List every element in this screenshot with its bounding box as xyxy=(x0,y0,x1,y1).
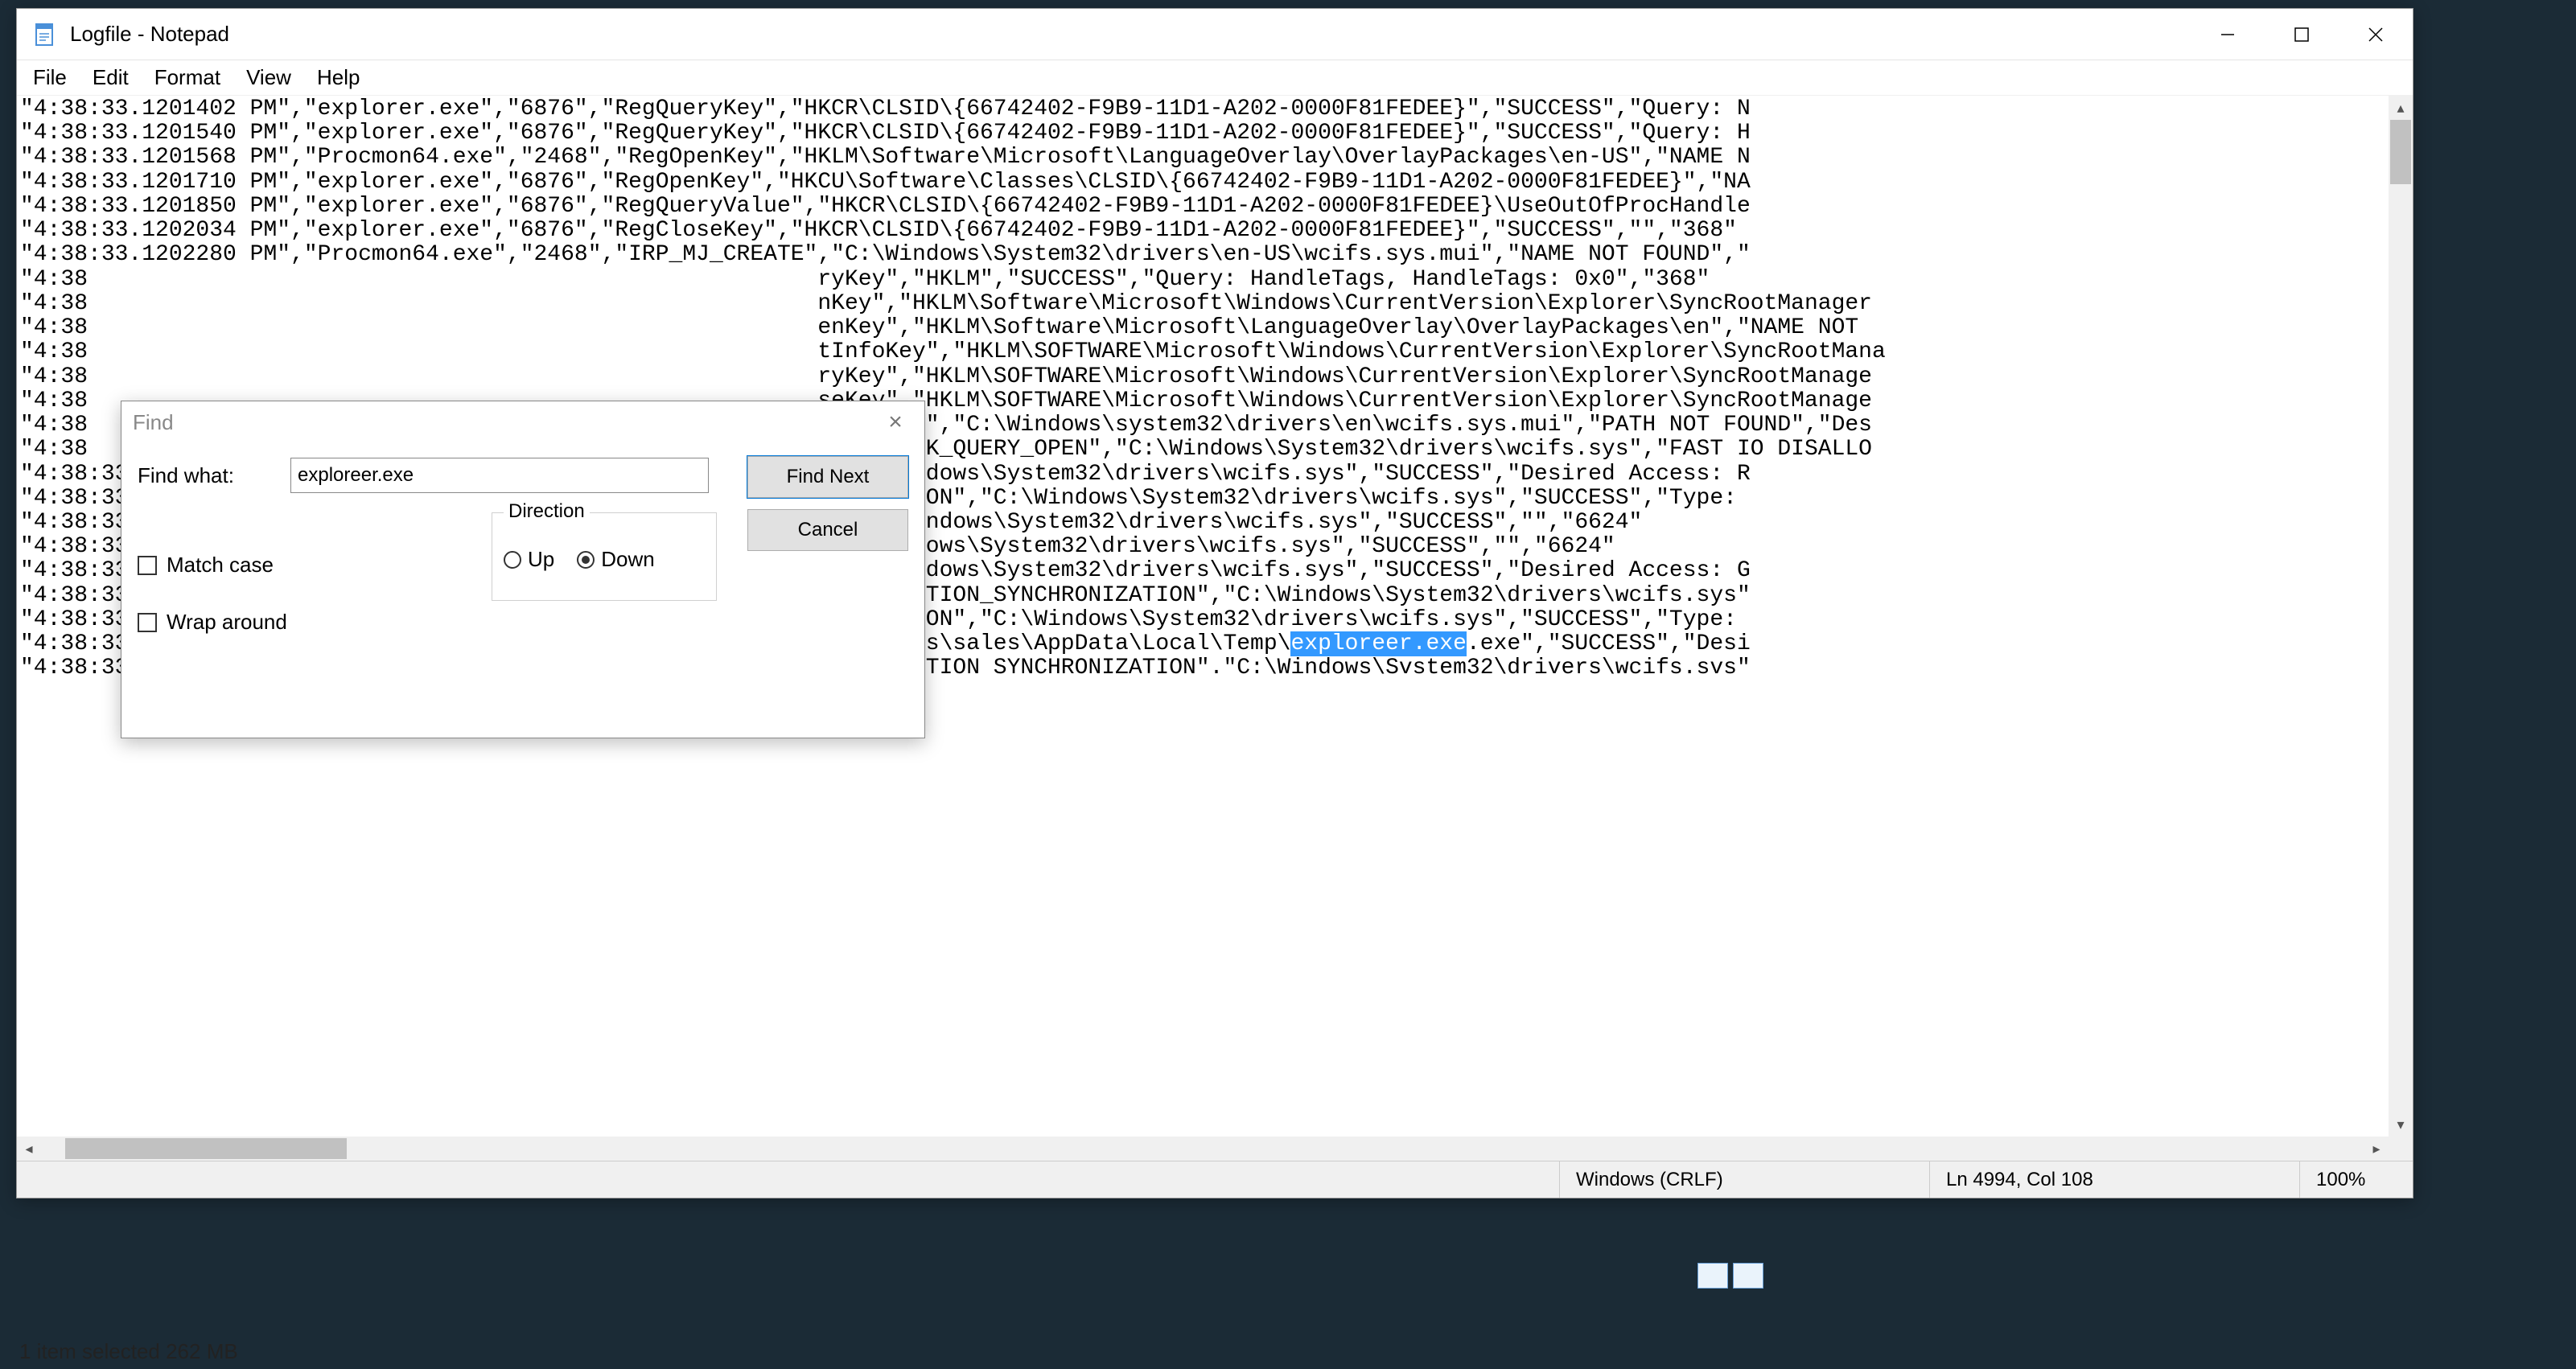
details-view-icon[interactable] xyxy=(1697,1263,1728,1289)
text-line[interactable]: "4:38:33.1201568 PM","Procmon64.exe","24… xyxy=(20,146,2385,170)
menu-format[interactable]: Format xyxy=(142,62,233,93)
notepad-icon xyxy=(31,21,59,48)
explorer-statusbar: 1 item selected 262 MB xyxy=(19,1339,238,1364)
status-line-ending: Windows (CRLF) xyxy=(1560,1161,1930,1198)
minimize-button[interactable] xyxy=(2191,9,2265,60)
search-match-highlight: exploreer.exe xyxy=(1290,631,1466,656)
horizontal-scrollbar[interactable]: ◂ ▸ xyxy=(17,1137,2389,1161)
text-line[interactable]: "4:38 ryKey","HKLM","SUCCESS","Query: Ha… xyxy=(20,268,2385,292)
text-line[interactable]: "4:38 enKey","HKLM\Software\Microsoft\La… xyxy=(20,316,2385,340)
text-line[interactable]: "4:38:33.1201540 PM","explorer.exe","687… xyxy=(20,121,2385,146)
find-what-input[interactable] xyxy=(290,458,709,493)
text-line[interactable]: "4:38:33.1201710 PM","explorer.exe","687… xyxy=(20,171,2385,195)
checkbox-icon xyxy=(138,556,157,575)
radio-down-label: Down xyxy=(601,547,654,572)
menu-file[interactable]: File xyxy=(20,62,80,93)
match-case-label: Match case xyxy=(167,553,274,578)
titlebar[interactable]: Logfile - Notepad xyxy=(17,9,2413,60)
scroll-up-arrow-icon[interactable]: ▴ xyxy=(2389,96,2413,120)
window-title: Logfile - Notepad xyxy=(70,22,2191,47)
menu-edit[interactable]: Edit xyxy=(80,62,142,93)
text-line[interactable]: "4:38:33.1201850 PM","explorer.exe","687… xyxy=(20,195,2385,219)
statusbar: Windows (CRLF) Ln 4994, Col 108 100% xyxy=(17,1161,2413,1198)
find-titlebar[interactable]: Find × xyxy=(121,401,924,443)
find-next-button[interactable]: Find Next xyxy=(747,456,908,498)
find-dialog: Find × Find what: Direction Up Down xyxy=(121,401,925,738)
statusbar-spacer xyxy=(17,1161,1560,1198)
text-line[interactable]: "4:38 tInfoKey","HKLM\SOFTWARE\Microsoft… xyxy=(20,340,2385,364)
text-line[interactable]: "4:38 nKey","HKLM\Software\Microsoft\Win… xyxy=(20,292,2385,316)
radio-up[interactable]: Up xyxy=(504,547,554,572)
text-line[interactable]: "4:38:33.1202034 PM","explorer.exe","687… xyxy=(20,219,2385,243)
close-icon: × xyxy=(888,409,903,435)
explorer-view-icons xyxy=(1697,1263,1763,1289)
text-line[interactable]: "4:38:33.1202280 PM","Procmon64.exe","24… xyxy=(20,243,2385,267)
checkbox-icon xyxy=(138,613,157,632)
large-icons-view-icon[interactable] xyxy=(1733,1263,1763,1289)
vertical-scrollbar[interactable]: ▴ ▾ xyxy=(2389,96,2413,1137)
scroll-corner xyxy=(2389,1137,2413,1161)
window-controls xyxy=(2191,9,2413,60)
direction-group: Direction Up Down xyxy=(492,512,717,601)
find-title: Find xyxy=(133,410,878,435)
scroll-right-arrow-icon[interactable]: ▸ xyxy=(2364,1137,2389,1161)
wrap-around-label: Wrap around xyxy=(167,610,287,635)
close-button[interactable] xyxy=(2339,9,2413,60)
minimize-icon xyxy=(2220,27,2236,43)
horizontal-scroll-thumb[interactable] xyxy=(65,1138,347,1159)
maximize-button[interactable] xyxy=(2265,9,2339,60)
vertical-scroll-thumb[interactable] xyxy=(2390,120,2411,184)
checkbox-match-case[interactable]: Match case xyxy=(138,553,287,578)
cancel-button[interactable]: Cancel xyxy=(747,509,908,551)
status-zoom: 100% xyxy=(2300,1161,2413,1198)
status-cursor-position: Ln 4994, Col 108 xyxy=(1930,1161,2300,1198)
radio-down-icon xyxy=(577,551,595,569)
checkbox-wrap-around[interactable]: Wrap around xyxy=(138,610,287,635)
menu-view[interactable]: View xyxy=(233,62,304,93)
find-what-label: Find what: xyxy=(138,463,274,488)
scroll-left-arrow-icon[interactable]: ◂ xyxy=(17,1137,41,1161)
maximize-icon xyxy=(2294,27,2309,42)
menubar: File Edit Format View Help xyxy=(17,60,2413,96)
text-line[interactable]: "4:38:33.1201402 PM","explorer.exe","687… xyxy=(20,97,2385,121)
radio-down[interactable]: Down xyxy=(577,547,654,572)
radio-up-icon xyxy=(504,551,521,569)
find-body: Find what: Direction Up Down Match case xyxy=(121,443,924,738)
text-line[interactable]: "4:38 ryKey","HKLM\SOFTWARE\Microsoft\Wi… xyxy=(20,365,2385,389)
radio-up-label: Up xyxy=(528,547,554,572)
scroll-down-arrow-icon[interactable]: ▾ xyxy=(2389,1112,2413,1137)
close-icon xyxy=(2368,27,2384,43)
direction-legend: Direction xyxy=(504,500,590,523)
menu-help[interactable]: Help xyxy=(304,62,372,93)
find-close-button[interactable]: × xyxy=(878,409,913,436)
